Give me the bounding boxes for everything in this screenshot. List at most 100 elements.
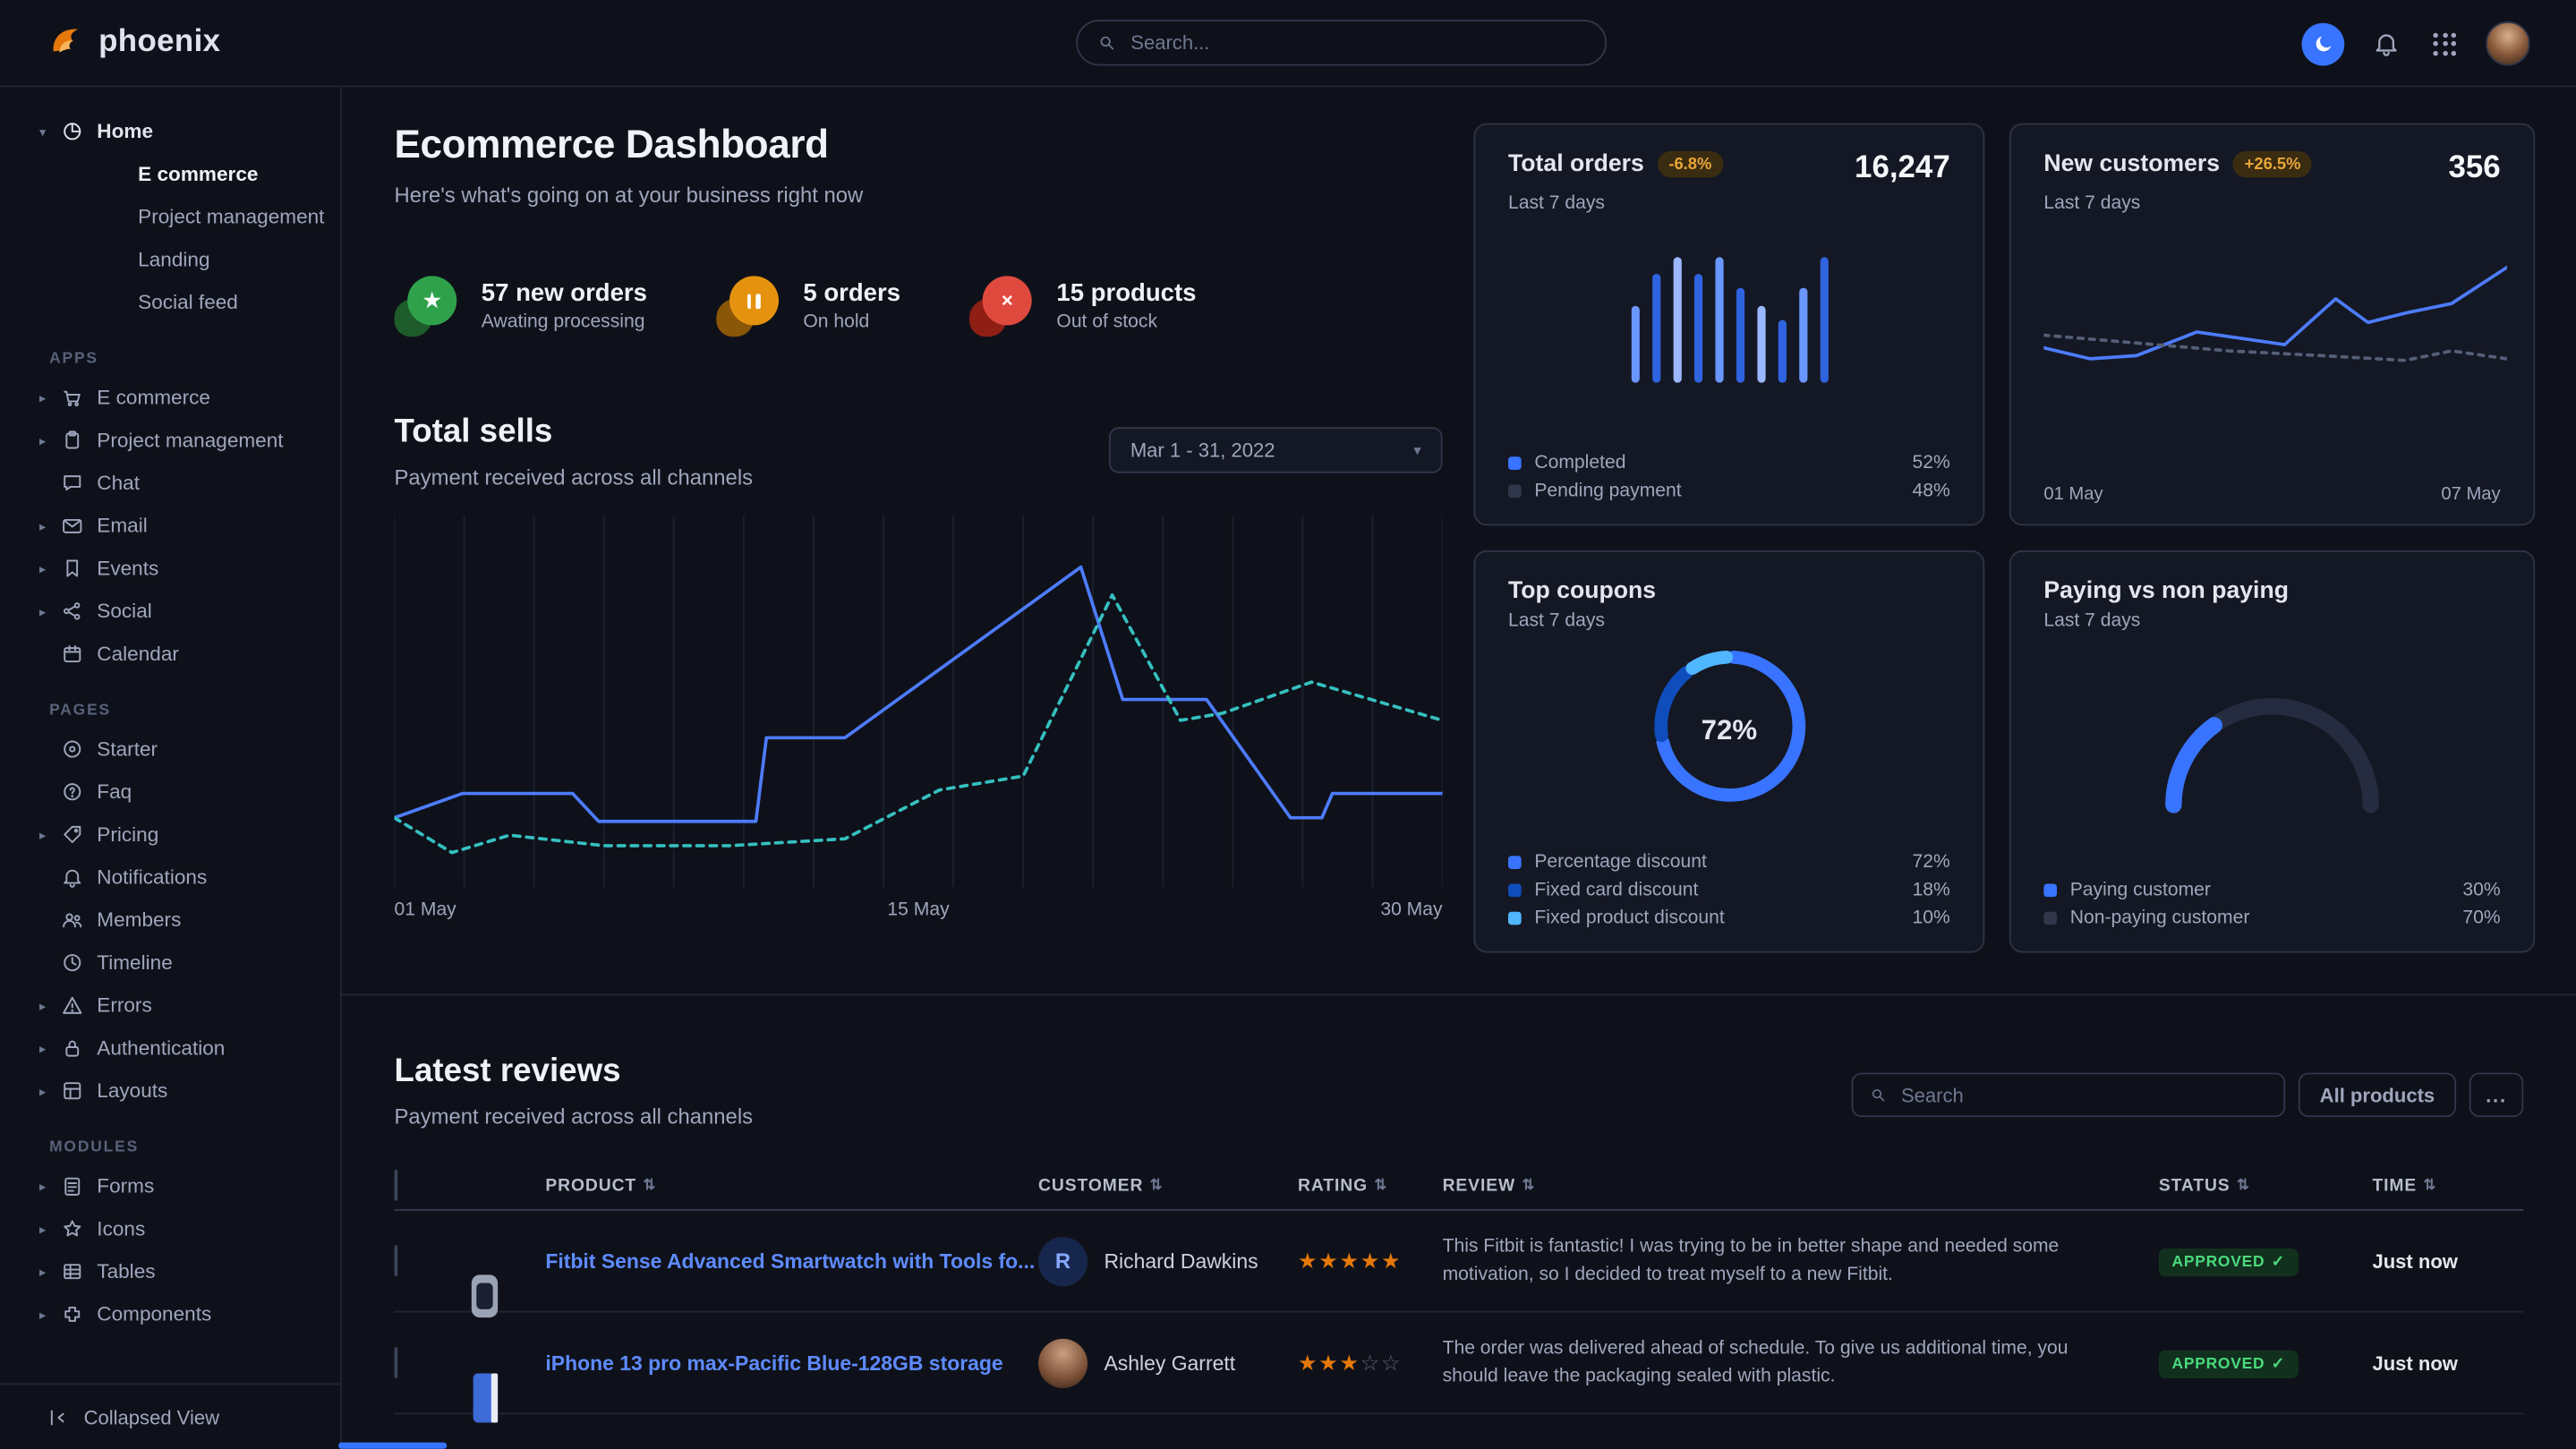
- sidebar-item-social[interactable]: ▸ Social: [0, 590, 340, 633]
- legend-label: Paying customer: [2070, 880, 2463, 899]
- review-text: This Fitbit is fantastic! I was trying t…: [1443, 1233, 2159, 1288]
- date-range-select[interactable]: Mar 1 - 31, 2022 ▾: [1109, 427, 1443, 473]
- sidebar-item-tables[interactable]: ▸ Tables: [0, 1250, 340, 1293]
- column-header-time[interactable]: TIME⇅: [2372, 1175, 2523, 1195]
- on-hold-icon: [716, 273, 781, 338]
- apps-menu-button[interactable]: [2427, 25, 2462, 61]
- stat-caption: Awating processing: [482, 312, 647, 332]
- stat-caption: On hold: [803, 312, 900, 332]
- sidebar-item-project-management-app[interactable]: ▸ Project management: [0, 419, 340, 462]
- more-options-button[interactable]: ...: [2469, 1073, 2524, 1118]
- column-header-product[interactable]: PRODUCT⇅: [545, 1175, 1038, 1195]
- sidebar-item-members[interactable]: Members: [0, 899, 340, 942]
- reviews-search-input[interactable]: [1898, 1082, 2267, 1108]
- sidebar-item-ecommerce-dashboard[interactable]: E commerce: [0, 153, 340, 196]
- product-link[interactable]: Fitbit Sense Advanced Smartwatch with To…: [545, 1249, 1038, 1273]
- total-orders-card: Total orders -6.8% 16,247 Last 7 days Co…: [1473, 124, 1984, 526]
- chevron-right-icon: ▸: [39, 433, 61, 448]
- sidebar-item-errors[interactable]: ▸ Errors: [0, 984, 340, 1027]
- search-icon: [1097, 33, 1116, 53]
- chevron-right-icon: ▸: [39, 561, 61, 576]
- card-title: Total orders: [1508, 151, 1644, 177]
- sidebar-item-components[interactable]: ▸ Components: [0, 1293, 340, 1336]
- total-sells-subtitle: Payment received across all channels: [395, 465, 754, 490]
- reviews-search[interactable]: [1852, 1073, 2286, 1118]
- global-search[interactable]: [1076, 20, 1607, 65]
- customer-avatar: [1038, 1338, 1088, 1387]
- sidebar-item-events[interactable]: ▸ Events: [0, 547, 340, 590]
- chevron-right-icon: ▸: [39, 998, 61, 1013]
- customer-cell: Ashley Garrett: [1038, 1338, 1298, 1387]
- customer-cell: R Richard Dawkins: [1038, 1236, 1298, 1285]
- legend-label: Percentage discount: [1534, 852, 1912, 872]
- sidebar-item-forms[interactable]: ▸ Forms: [0, 1164, 340, 1207]
- user-avatar[interactable]: [2486, 21, 2530, 66]
- dashboard-left-column: Ecommerce Dashboard Here's what's going …: [395, 124, 1443, 920]
- sidebar-item-project-management-dashboard[interactable]: Project management: [0, 195, 340, 238]
- table-icon: [61, 1260, 84, 1283]
- x-glyph-icon: ×: [1002, 289, 1013, 312]
- sidebar-item-calendar[interactable]: Calendar: [0, 633, 340, 676]
- sidebar-item-faq[interactable]: Faq: [0, 771, 340, 814]
- legend-swatch: [1508, 484, 1522, 498]
- collapsed-view-label: Collapsed View: [84, 1405, 219, 1428]
- global-search-input[interactable]: [1128, 30, 1586, 55]
- sort-icon: ⇅: [1374, 1176, 1387, 1194]
- sidebar-item-authentication[interactable]: ▸ Authentication: [0, 1027, 340, 1070]
- column-header-review[interactable]: REVIEW⇅: [1443, 1175, 2159, 1195]
- chevron-right-icon: ▸: [39, 1084, 61, 1099]
- sidebar-item-timeline[interactable]: Timeline: [0, 942, 340, 984]
- table-row-partial: [395, 1414, 2524, 1449]
- sidebar-section-modules: MODULES: [0, 1138, 340, 1156]
- stat-value: 5 orders: [803, 279, 900, 307]
- product-link[interactable]: iPhone 13 pro max-Pacific Blue-128GB sto…: [545, 1351, 1038, 1375]
- sidebar-item-email[interactable]: ▸ Email: [0, 504, 340, 547]
- sidebar-item-starter[interactable]: Starter: [0, 728, 340, 771]
- legend-row: Completed 52%: [1508, 448, 1950, 476]
- all-products-button[interactable]: All products: [2299, 1073, 2456, 1118]
- card-value: 356: [2448, 151, 2500, 187]
- question-icon: [61, 780, 84, 804]
- sidebar-item-notifications[interactable]: Notifications: [0, 856, 340, 899]
- sidebar-item-pricing[interactable]: ▸ Pricing: [0, 814, 340, 857]
- check-icon: ✓: [2272, 1355, 2285, 1373]
- select-all-checkbox[interactable]: [395, 1169, 398, 1200]
- brand[interactable]: phoenix: [46, 23, 220, 63]
- sidebar-item-label: Authentication: [97, 1036, 225, 1060]
- sidebar-item-ecommerce-app[interactable]: ▸ E commerce: [0, 376, 340, 419]
- puzzle-icon: [61, 1303, 84, 1326]
- sort-icon: ⇅: [643, 1176, 656, 1194]
- legend-row: Paying customer 30%: [2043, 875, 2500, 903]
- check-icon: ✓: [2272, 1253, 2285, 1271]
- horizontal-scrollbar-thumb[interactable]: [338, 1443, 447, 1449]
- table-row: Fitbit Sense Advanced Smartwatch with To…: [395, 1211, 2524, 1313]
- column-header-customer[interactable]: CUSTOMER⇅: [1038, 1175, 1298, 1195]
- sidebar-item-label: Chat: [97, 472, 140, 495]
- out-of-stock-icon: ×: [969, 273, 1035, 338]
- theme-toggle-button[interactable]: [2302, 22, 2345, 65]
- collapsed-view-button[interactable]: Collapsed View: [0, 1383, 340, 1448]
- sidebar-item-layouts[interactable]: ▸ Layouts: [0, 1070, 340, 1112]
- row-checkbox[interactable]: [395, 1244, 398, 1275]
- bookmark-icon: [61, 557, 84, 580]
- column-header-status[interactable]: STATUS⇅: [2159, 1175, 2373, 1195]
- x-axis-label: 01 May: [2043, 484, 2103, 504]
- moon-icon: [2312, 33, 2333, 55]
- stat-new-orders: ★ 57 new orders Awating processing: [395, 273, 647, 338]
- column-header-rating[interactable]: RATING⇅: [1298, 1175, 1443, 1195]
- top-navbar: phoenix: [0, 0, 2576, 87]
- sidebar-item-landing[interactable]: Landing: [0, 238, 340, 281]
- sidebar-item-chat[interactable]: Chat: [0, 462, 340, 505]
- notifications-button[interactable]: [2367, 25, 2403, 61]
- row-checkbox[interactable]: [395, 1346, 398, 1377]
- legend-swatch: [1508, 855, 1522, 868]
- sidebar-item-label: Forms: [97, 1174, 154, 1198]
- card-period: Last 7 days: [2043, 611, 2500, 631]
- brand-name: phoenix: [98, 25, 220, 61]
- sidebar-item-social-feed[interactable]: Social feed: [0, 281, 340, 324]
- sidebar-item-icons[interactable]: ▸ Icons: [0, 1207, 340, 1250]
- sidebar-item-home[interactable]: ▾ Home: [0, 110, 340, 153]
- new-orders-icon: ★: [395, 273, 460, 338]
- chevron-right-icon: ▸: [39, 1041, 61, 1056]
- sidebar-item-label: Starter: [97, 737, 158, 761]
